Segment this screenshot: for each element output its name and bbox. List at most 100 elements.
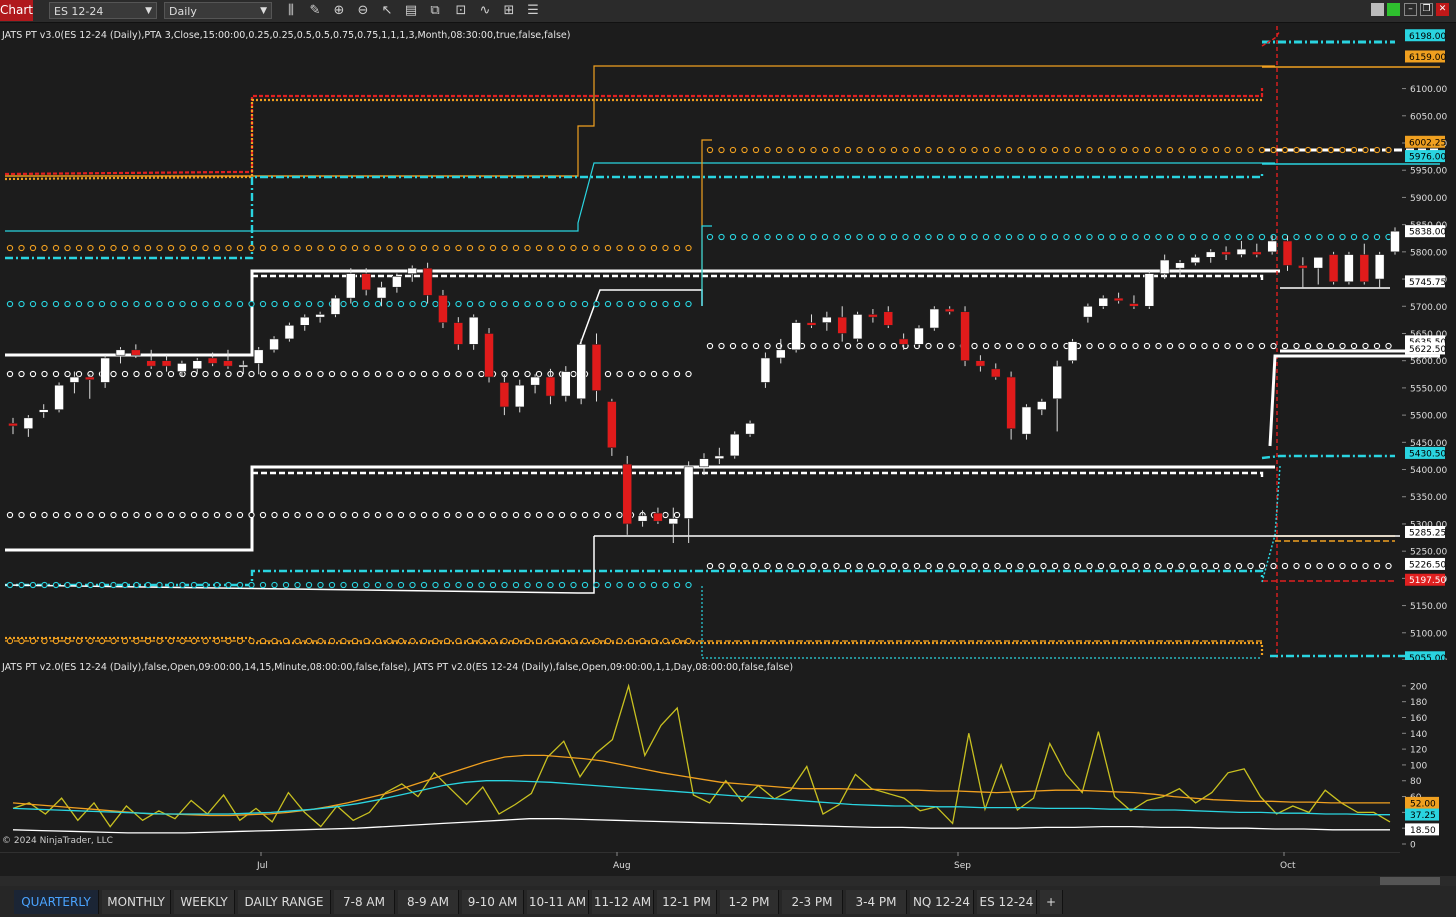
pivot-dot [706, 342, 714, 350]
pivot-dot [936, 146, 944, 154]
pivot-dot [501, 637, 508, 645]
pivot-dot [959, 146, 967, 154]
pivot-dot [1212, 342, 1220, 350]
chart-tab-3-4-pm[interactable]: 3-4 PM [846, 890, 907, 914]
data-box-icon[interactable]: ▤ [402, 2, 420, 20]
minimize-icon[interactable]: – [1404, 3, 1417, 16]
pivot-dot [29, 511, 37, 519]
zoom-in-icon[interactable]: ⊕ [330, 2, 348, 20]
chart-tab-daily-range[interactable]: DAILY RANGE [238, 890, 331, 914]
pivot-dot [1235, 233, 1243, 241]
pivot-dot [190, 370, 198, 378]
pointer-icon[interactable]: ↖ [378, 2, 396, 20]
chart-tab-quarterly[interactable]: QUARTERLY [14, 890, 99, 914]
chart-tab-monthly[interactable]: MONTHLY [102, 890, 171, 914]
restore-icon[interactable]: ❐ [1420, 3, 1433, 16]
candle-body [745, 422, 755, 435]
pivot-dot [190, 581, 198, 589]
candle-body [438, 295, 448, 323]
indicators-icon[interactable]: ∿ [476, 2, 494, 20]
pivot-dot [98, 300, 106, 308]
pivot-dot [593, 637, 600, 645]
pivot-dot [1074, 146, 1082, 154]
gray-status-icon[interactable] [1371, 3, 1384, 16]
scroll-thumb[interactable] [1380, 877, 1440, 885]
chart-tab-2-3-pm[interactable]: 2-3 PM [782, 890, 843, 914]
chart-tab-es-12-24[interactable]: ES 12-24 [977, 890, 1037, 914]
candle-body [1313, 256, 1324, 269]
fit-screen-icon[interactable]: ⊡ [452, 2, 470, 20]
close-icon[interactable]: ✕ [1436, 3, 1449, 16]
pivot-dot [787, 233, 794, 241]
pivot-dot [1327, 562, 1335, 570]
chart-tab-nq-12-24[interactable]: NQ 12-24 [910, 890, 974, 914]
candle-body [868, 314, 878, 318]
pivot-dot [52, 370, 60, 378]
pivot-dot [443, 581, 451, 589]
price-label: 6002.25 [1409, 138, 1446, 148]
price-tick-label: 5900.00 [1410, 194, 1447, 204]
pivot-dot [489, 637, 497, 645]
zoom-out-icon[interactable]: ⊖ [354, 2, 372, 20]
pivot-dot [662, 370, 669, 378]
candle-body [1236, 248, 1247, 255]
chart-tab-7-8-am[interactable]: 7-8 AM [334, 890, 395, 914]
add-tab-button[interactable]: + [1040, 890, 1063, 914]
pivot-dot [98, 511, 106, 519]
candle-body [284, 325, 295, 340]
pivot-dot [936, 233, 944, 241]
chart-tab-9-10-am[interactable]: 9-10 AM [462, 890, 524, 914]
pivot-dot [1178, 342, 1185, 350]
pivot-dot [1040, 233, 1047, 241]
pivot-dot [1109, 342, 1116, 350]
indicator-chart[interactable]: 20018016014012010080604020052.0037.2518.… [0, 674, 1456, 852]
pivot-dot [259, 370, 267, 378]
pivot-dot [259, 511, 267, 519]
pivot-dot [1258, 342, 1266, 350]
price-chart[interactable]: 6100.006050.006000.005950.005900.005850.… [0, 26, 1456, 660]
candle-body [775, 349, 786, 359]
pivot-dot [902, 562, 909, 570]
chart-window-tab[interactable]: Chart [0, 0, 33, 21]
pivot-dot [925, 233, 932, 241]
chart-tab-weekly[interactable]: WEEKLY [174, 890, 235, 914]
horizontal-scrollbar[interactable] [0, 876, 1456, 886]
pivot-dot [547, 300, 554, 308]
templates-icon[interactable]: ⧉ [426, 2, 444, 20]
indicator-series-line [12, 754, 1390, 817]
pivot-dot [764, 233, 771, 241]
pivot-dot [432, 300, 439, 308]
period-selector[interactable]: Daily ▼ [164, 2, 272, 19]
ind-tick-label: 200 [1410, 682, 1427, 692]
pivot-dot [547, 511, 554, 519]
chart-tab-10-11-am[interactable]: 10-11 AM [527, 890, 589, 914]
pivot-dot [282, 244, 290, 252]
pivot-dot [1224, 562, 1231, 570]
pivot-dot [121, 370, 129, 378]
pivot-dot [133, 300, 140, 308]
strategies-icon[interactable]: ⊞ [500, 2, 518, 20]
pivot-dot [1373, 562, 1381, 570]
pivot-dot [925, 342, 932, 350]
pivot-dot [741, 233, 748, 241]
instrument-selector[interactable]: ES 12-24 ▼ [49, 2, 157, 19]
properties-icon[interactable]: ☰ [524, 2, 542, 20]
level-line [1261, 454, 1395, 460]
pivot-dot [317, 511, 324, 519]
green-status-icon[interactable] [1387, 3, 1400, 16]
drawing-tool-icon[interactable]: ✎ [306, 2, 324, 20]
candle-body [560, 371, 571, 397]
pivot-dot [374, 581, 382, 589]
chart-tab-11-12-am[interactable]: 11-12 AM [592, 890, 654, 914]
pivot-dot [1235, 562, 1243, 570]
chart-tab-8-9-am[interactable]: 8-9 AM [398, 890, 459, 914]
pivot-dot [432, 511, 439, 519]
pivot-dot [833, 146, 840, 154]
chart-tab-12-1-pm[interactable]: 12-1 PM [657, 890, 717, 914]
bar-type-icon[interactable]: ⫼ [282, 2, 300, 20]
candle-body [1267, 240, 1277, 253]
pivot-dot [420, 370, 428, 378]
pivot-dot [1293, 342, 1300, 350]
chevron-down-icon: ▼ [260, 6, 267, 16]
chart-tab-1-2-pm[interactable]: 1-2 PM [720, 890, 779, 914]
